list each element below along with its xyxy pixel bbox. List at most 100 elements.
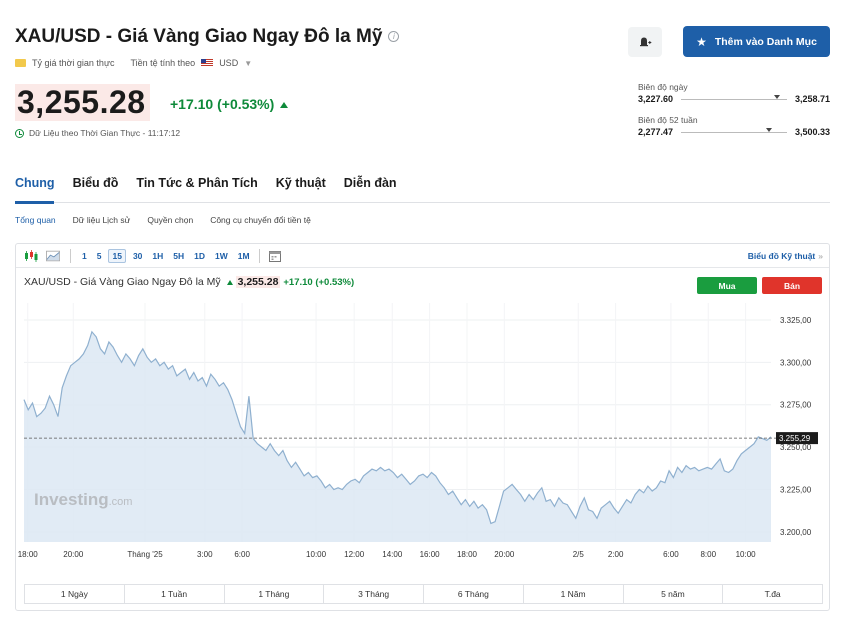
timeframe-1m[interactable]: 1M [235,250,253,262]
legend-name: XAU/USD - Giá Vàng Giao Ngay Đô la Mỹ [24,276,221,288]
day-range-marker [774,94,781,99]
up-arrow-icon [280,102,289,109]
chevron-down-icon[interactable]: ▼ [244,59,252,68]
series-area [24,331,771,542]
period-1-year[interactable]: 1 Năm [524,585,624,603]
toolbar-divider [70,248,71,263]
x-tick-label: 6:00 [234,550,250,559]
current-price-label: 3.255,29 [779,434,811,443]
sub-tabs: Tổng quan Dữ liệu Lịch sử Quyền chọn Côn… [15,215,311,225]
chart-panel: 1 5 15 30 1H 5H 1D 1W 1M Biểu đồ Kỹ thuậ… [15,243,830,611]
star-icon: ★ [696,34,707,49]
area-chart-icon[interactable] [46,250,60,262]
tab-news[interactable]: Tin Tức & Phân Tích [136,176,257,190]
technical-chart-link[interactable]: Biểu đồ Kỹ thuật» [748,251,823,261]
page-title: XAU/USD - Giá Vàng Giao Ngay Đô la Mỹ i [15,26,400,48]
period-selector: 1 Ngày 1 Tuần 1 Tháng 3 Tháng 6 Tháng 1 … [24,584,823,604]
subtab-summary[interactable]: Tổng quan [15,215,56,225]
instrument-meta: Tỷ giá thời gian thực Tiền tệ tính theo … [15,58,252,68]
y-tick-label: 3.225,00 [780,485,812,494]
x-tick-label: 20:00 [494,550,515,559]
x-tick-label: 16:00 [420,550,441,559]
last-price: 3,255.28 [15,84,150,121]
x-tick-label: 18:00 [457,550,478,559]
x-tick-label: 6:00 [663,550,679,559]
tab-technical[interactable]: Kỹ thuật [276,176,326,190]
subtab-options[interactable]: Quyền chọn [147,215,193,225]
folder-icon [15,59,26,67]
y-tick-label: 3.275,00 [780,401,812,410]
x-tick-label: 2/5 [573,550,585,559]
calendar-icon[interactable] [268,250,282,262]
period-3-months[interactable]: 3 Tháng [324,585,424,603]
tab-forum[interactable]: Diễn đàn [344,176,397,190]
price-change: +17.10 (+0.53%) [170,96,289,112]
toolbar-divider [258,248,260,263]
realtime-note: Dữ Liệu theo Thời Gian Thực - 11:17:12 [15,128,180,138]
x-tick-label: 14:00 [382,550,403,559]
info-icon[interactable]: i [388,31,400,43]
currency-label: Tiền tệ tính theo [130,58,196,68]
subtab-historical-data[interactable]: Dữ liệu Lịch sử [73,215,131,225]
chart-toolbar: 1 5 15 30 1H 5H 1D 1W 1M Biểu đồ Kỹ thuậ… [16,244,829,268]
x-tick-label: 18:00 [18,550,39,559]
period-1-day[interactable]: 1 Ngày [25,585,125,603]
week52-range-label: Biên độ 52 tuần [638,115,698,125]
alert-button[interactable] [628,27,662,57]
timeframe-1[interactable]: 1 [79,250,90,262]
y-tick-label: 3.325,00 [780,316,812,325]
y-tick-label: 3.300,00 [780,358,812,367]
x-tick-label: 3:00 [197,550,213,559]
period-5-years[interactable]: 5 năm [624,585,724,603]
period-max[interactable]: T.đa [723,585,822,603]
period-1-week[interactable]: 1 Tuần [125,585,225,603]
timeframe-5[interactable]: 5 [94,250,105,262]
clock-icon [15,128,24,138]
week52-range: Biên độ 52 tuần 2,277.47 3,500.33 [638,115,830,137]
bell-plus-icon [640,37,652,47]
timeframe-1d[interactable]: 1D [191,250,208,262]
timeframe-30[interactable]: 30 [130,250,145,262]
y-tick-label: 3.250,00 [780,443,812,452]
tab-overview[interactable]: Chung [15,176,55,190]
realtime-rate-label: Tỷ giá thời gian thực [32,58,115,68]
tab-chart[interactable]: Biểu đồ [73,176,119,190]
x-tick-label: Tháng '25 [127,550,163,559]
x-tick-label: 12:00 [344,550,365,559]
day-low: 3,227.60 [638,94,674,104]
x-tick-label: 8:00 [700,550,716,559]
day-high: 3,258.71 [794,94,830,104]
main-tabs: Chung Biểu đồ Tin Tức & Phân Tích Kỹ thu… [15,176,397,190]
sell-button[interactable]: Bán [762,277,822,294]
us-flag-icon [201,59,214,67]
currency-selector[interactable]: USD [219,58,238,68]
week52-range-marker [765,127,772,132]
timeframe-1h[interactable]: 1H [149,250,166,262]
x-tick-label: 10:00 [306,550,327,559]
chart-legend: XAU/USD - Giá Vàng Giao Ngay Đô la Mỹ 3,… [24,276,354,288]
legend-change: +17.10 (+0.53%) [283,277,355,288]
x-tick-label: 2:00 [608,550,624,559]
period-6-months[interactable]: 6 Tháng [424,585,524,603]
timeframe-5h[interactable]: 5H [170,250,187,262]
x-tick-label: 10:00 [736,550,757,559]
buy-button[interactable]: Mua [697,277,757,294]
double-chevron-right-icon: » [818,251,823,261]
legend-price: 3,255.28 [235,276,281,288]
day-range-label: Biên độ ngày [638,82,688,92]
add-to-watchlist-button[interactable]: ★ Thêm vào Danh Mục [683,26,830,57]
candlestick-icon[interactable] [24,249,38,262]
up-arrow-icon [226,279,233,285]
price-chart[interactable]: 3.325,00 3.300,00 3.275,00 3.250,00 3.225,00… [16,299,829,564]
active-tab-indicator [15,201,54,204]
timeframe-15[interactable]: 15 [108,248,126,263]
week52-high: 3,500.33 [794,127,830,137]
x-tick-label: 20:00 [63,550,84,559]
period-1-month[interactable]: 1 Tháng [225,585,325,603]
tabs-divider [15,202,830,203]
day-range: Biên độ ngày 3,227.60 3,258.71 [638,82,830,104]
subtab-currency-converter[interactable]: Công cụ chuyển đổi tiền tệ [210,215,311,225]
timeframe-1w[interactable]: 1W [212,250,231,262]
week52-low: 2,277.47 [638,127,674,137]
y-tick-label: 3.200,00 [780,528,812,537]
